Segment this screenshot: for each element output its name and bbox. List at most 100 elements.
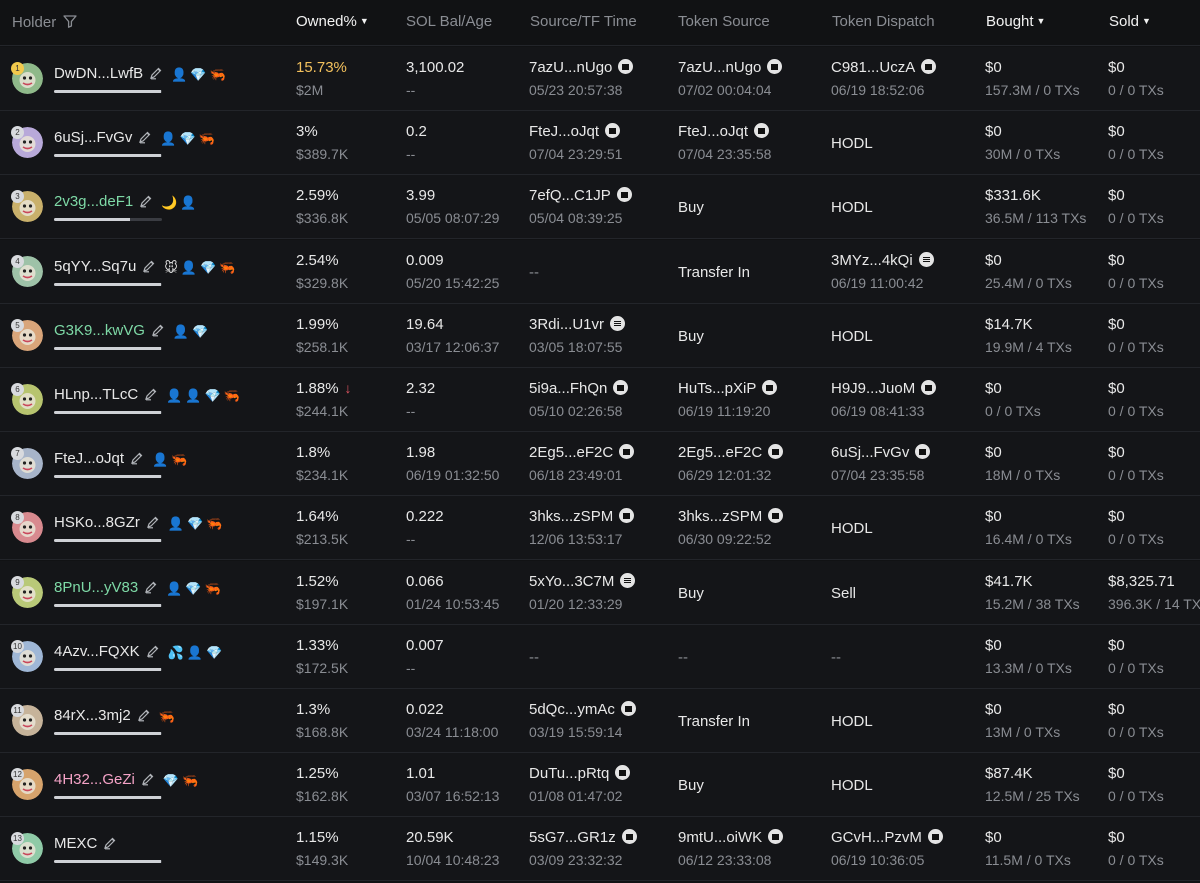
edit-pencil-icon[interactable]	[138, 130, 152, 148]
header-source-tf-time[interactable]: Source/TF Time	[530, 13, 637, 30]
tag-badge-icon[interactable]: 🦐	[205, 581, 221, 597]
holder-address[interactable]: G3K9...kwVG 👤 💎	[54, 322, 211, 341]
src-value[interactable]: 5sG7...GR1z	[529, 829, 637, 846]
table-row[interactable]: 1 DwDN...LwfB 👤 💎 🦐 15.73% $2M 3,100.02 -- 7azU.…	[0, 47, 1200, 111]
holder-address[interactable]: DwDN...LwfB 👤 💎 🦐	[54, 65, 229, 84]
tag-badge-icon[interactable]: 💎	[200, 260, 216, 276]
tsrc-value[interactable]: 2Eg5...eF2C	[678, 444, 784, 461]
header-bought[interactable]: Bought ▼	[986, 13, 1045, 30]
tag-badge-icon[interactable]: 💎	[180, 131, 196, 147]
tag-badge-icon[interactable]: 💦	[168, 645, 184, 661]
src-value[interactable]: 5i9a...FhQn	[529, 380, 629, 397]
edit-pencil-icon[interactable]	[144, 580, 158, 598]
tag-badge-icon[interactable]: 💎	[205, 388, 221, 404]
edit-pencil-icon[interactable]	[130, 451, 144, 469]
tsrc-value[interactable]: HuTs...pXiP	[678, 380, 778, 397]
tsrc-value[interactable]: FteJ...oJqt	[678, 123, 770, 140]
edit-pencil-icon[interactable]	[139, 194, 153, 212]
edit-pencil-icon[interactable]	[151, 323, 165, 341]
header-holder[interactable]: Holder	[12, 13, 78, 33]
tag-badge-icon[interactable]: 👤	[171, 67, 187, 83]
tag-badge-icon[interactable]: 💎	[190, 67, 206, 83]
disp-value[interactable]: H9J9...JuoM	[831, 380, 937, 397]
table-row[interactable]: 2 6uSj...FvGv 👤 💎 🦐 3% $389.7K 0.2 -- FteJ...oJq…	[0, 111, 1200, 176]
tag-badge-icon[interactable]: 🦐	[206, 516, 222, 532]
src-value[interactable]: 3Rdi...U1vr	[529, 315, 626, 333]
tag-badge-icon[interactable]: 🦐	[159, 709, 175, 725]
holder-address[interactable]: 84rX...3mj2 🦐	[54, 707, 178, 726]
header-sol-bal-age[interactable]: SOL Bal/Age	[406, 13, 492, 30]
tag-badge-icon[interactable]: 👤	[152, 452, 168, 468]
table-row[interactable]: 13 MEXC 1.15% $149.3K 20.59K 10/04 10:48:23 5…	[0, 817, 1200, 882]
holder-address[interactable]: MEXC	[54, 835, 117, 854]
tag-badge-icon[interactable]: 👤	[173, 324, 189, 340]
tag-badge-icon[interactable]: 🦐	[182, 773, 198, 789]
tag-badge-icon[interactable]: 🦐	[199, 131, 215, 147]
holder-address[interactable]: 2v3g...deF1 🌙 👤	[54, 193, 200, 212]
tag-badge-icon[interactable]: 👤	[166, 388, 182, 404]
tag-badge-icon[interactable]: 🌙	[161, 195, 177, 211]
holder-address[interactable]: 4H32...GeZi 💎 🦐	[54, 771, 201, 790]
src-value[interactable]: 7efQ...C1JP	[529, 187, 632, 204]
tag-badge-icon[interactable]: 💎	[192, 324, 208, 340]
edit-pencil-icon[interactable]	[146, 515, 160, 533]
table-row[interactable]: 11 84rX...3mj2 🦐 1.3% $168.8K 0.022 03/24 11:…	[0, 689, 1200, 753]
filter-icon[interactable]	[62, 13, 78, 33]
edit-pencil-icon[interactable]	[103, 836, 117, 854]
src-value[interactable]: 5xYo...3C7M	[529, 572, 636, 590]
edit-pencil-icon[interactable]	[146, 644, 160, 662]
header-token-source[interactable]: Token Source	[678, 13, 770, 30]
disp-value[interactable]: 3MYz...4kQi	[831, 251, 934, 269]
tag-badge-icon[interactable]: 🦐	[171, 452, 187, 468]
disp-value[interactable]: GCvH...PzvM	[831, 829, 943, 846]
tag-badge-icon[interactable]: 👤	[187, 645, 203, 661]
disp-value[interactable]: 6uSj...FvGv	[831, 444, 931, 461]
tsrc-value[interactable]: 7azU...nUgo	[678, 59, 783, 76]
holder-address[interactable]: HSKo...8GZr 👤 💎 🦐	[54, 514, 225, 533]
edit-pencil-icon[interactable]	[142, 259, 156, 277]
src-value[interactable]: 3hks...zSPM	[529, 508, 635, 525]
tsrc-value[interactable]: 3hks...zSPM	[678, 508, 784, 525]
src-value[interactable]: FteJ...oJqt	[529, 123, 621, 140]
disp-value[interactable]: C981...UczA	[831, 59, 937, 76]
tag-badge-icon[interactable]: 💎	[206, 645, 222, 661]
header-token-dispatch[interactable]: Token Dispatch	[832, 13, 935, 30]
src-value[interactable]: 5dQc...ymAc	[529, 701, 636, 718]
holder-address[interactable]: 5qYY...Sq7u 🐭 👤 💎 🦐	[54, 258, 238, 277]
table-row[interactable]: 4 5qYY...Sq7u 🐭 👤 💎 🦐 2.54% $329.8K 0.009 05/20 …	[0, 239, 1200, 304]
holder-address[interactable]: HLnp...TLcC 👤 👤 💎 🦐	[54, 386, 243, 405]
tag-badge-icon[interactable]: 🐭	[164, 260, 178, 276]
tag-badge-icon[interactable]: 👤	[160, 131, 176, 147]
holder-address[interactable]: 8PnU...yV83 👤 💎 🦐	[54, 579, 224, 598]
tag-badge-icon[interactable]: 👤	[181, 260, 197, 276]
tsrc-value[interactable]: 9mtU...oiWK	[678, 829, 784, 846]
table-row[interactable]: 12 4H32...GeZi 💎 🦐 1.25% $162.8K 1.01 03/07 16…	[0, 753, 1200, 818]
tag-badge-icon[interactable]: 💎	[163, 773, 179, 789]
holder-address[interactable]: 4Azv...FQXK 💦 👤 💎	[54, 643, 225, 662]
table-row[interactable]: 8 HSKo...8GZr 👤 💎 🦐 1.64% $213.5K 0.222 -- 3hks.…	[0, 496, 1200, 561]
tag-badge-icon[interactable]: 🦐	[219, 260, 235, 276]
header-sold[interactable]: Sold ▼	[1109, 13, 1151, 30]
table-row[interactable]: 7 FteJ...oJqt 👤 🦐 1.8% $234.1K 1.98 06/19 01:3…	[0, 432, 1200, 497]
table-row[interactable]: 9 8PnU...yV83 👤 💎 🦐 1.52% $197.1K 0.066 01/24 1…	[0, 560, 1200, 625]
table-row[interactable]: 10 4Azv...FQXK 💦 👤 💎 1.33% $172.5K 0.007 -- -- --…	[0, 624, 1200, 689]
src-value[interactable]: DuTu...pRtq	[529, 765, 631, 782]
tag-badge-icon[interactable]: 👤	[166, 581, 182, 597]
table-row[interactable]: 6 HLnp...TLcC 👤 👤 💎 🦐 1.88% ↓ $244.1K 2.32 -- 5i9a…	[0, 368, 1200, 432]
edit-pencil-icon[interactable]	[137, 708, 151, 726]
tag-badge-icon[interactable]: 👤	[180, 195, 196, 211]
edit-pencil-icon[interactable]	[141, 772, 155, 790]
holder-address[interactable]: FteJ...oJqt 👤 🦐	[54, 450, 190, 469]
src-value[interactable]: 7azU...nUgo	[529, 59, 634, 76]
src-value[interactable]: 2Eg5...eF2C	[529, 444, 635, 461]
header-owned[interactable]: Owned% ▼	[296, 13, 369, 30]
table-row[interactable]: 3 2v3g...deF1 🌙 👤 2.59% $336.8K 3.99 05/05 08:…	[0, 175, 1200, 240]
edit-pencil-icon[interactable]	[144, 387, 158, 405]
edit-pencil-icon[interactable]	[149, 66, 163, 84]
tag-badge-icon[interactable]: 👤	[168, 516, 184, 532]
tag-badge-icon[interactable]: 💎	[187, 516, 203, 532]
tag-badge-icon[interactable]: 👤	[185, 388, 201, 404]
tag-badge-icon[interactable]: 💎	[185, 581, 201, 597]
table-row[interactable]: 5 G3K9...kwVG 👤 💎 1.99% $258.1K 19.64 03/17 12…	[0, 303, 1200, 368]
tag-badge-icon[interactable]: 🦐	[210, 67, 226, 83]
